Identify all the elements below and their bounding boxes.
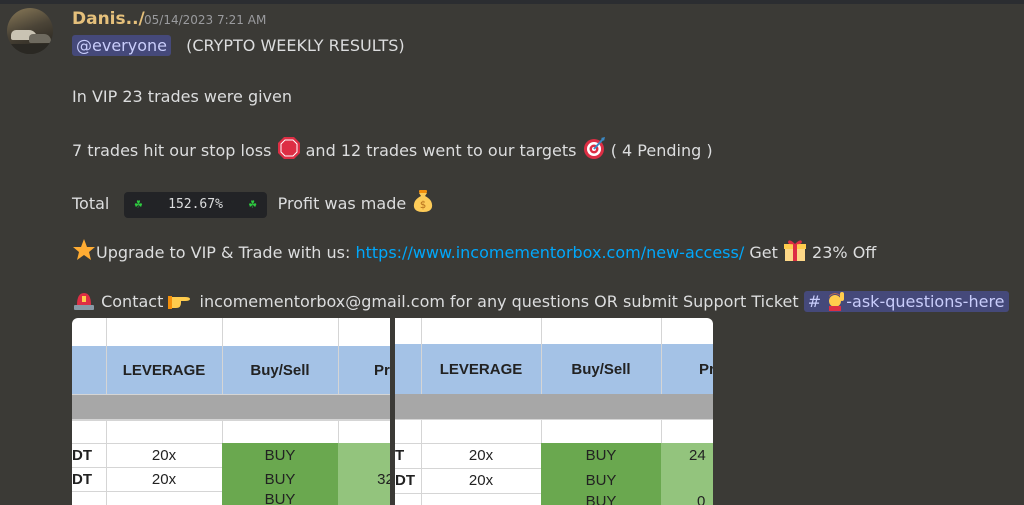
message-line-contact: Contact incomementorbox@gmail.com for an…: [72, 289, 1009, 314]
table-row: DT 20x BUY: [72, 443, 390, 468]
table-row: DT 20x BUY: [395, 468, 713, 494]
price-cell: [338, 491, 390, 505]
support-channel-link[interactable]: # -ask-questions-here: [803, 291, 1009, 312]
channel-hash: #: [807, 292, 822, 311]
pair-cell: DT: [72, 467, 107, 491]
table-row: BUY: [72, 491, 390, 505]
leverage-header: LEVERAGE: [421, 344, 542, 394]
message-line-trades: 7 trades hit our stop loss and 12 trades…: [72, 136, 713, 163]
price-cell: 24: [661, 443, 713, 468]
four-leaf-clover-icon: ☘: [248, 197, 257, 212]
profit-text: Profit was made: [277, 194, 407, 213]
price-header: Pr: [661, 344, 713, 394]
total-code-block: ☘ 152.67% ☘: [124, 192, 267, 218]
leverage-cell: 20x: [106, 443, 223, 467]
buy-sell-header: Buy/Sell: [222, 346, 339, 394]
message-line-title: @everyone (CRYPTO WEEKLY RESULTS): [72, 34, 405, 58]
price-cell: [661, 468, 713, 493]
pending-text: ( 4 Pending ): [610, 141, 713, 160]
total-value: 152.67%: [168, 197, 223, 212]
upgrade-text: Upgrade to VIP & Trade with us:: [96, 243, 351, 262]
pointing-hand-icon: [168, 296, 191, 309]
side-cell: BUY: [222, 443, 339, 467]
price-cell: 32.: [338, 467, 390, 491]
username[interactable]: Danis../: [72, 8, 145, 30]
side-cell: BUY: [222, 467, 339, 491]
sheet-gray-row: [72, 395, 390, 420]
sheet-spacer-row: [72, 419, 390, 444]
sheet-header-row: LEVERAGE Buy/Sell Pr: [395, 344, 713, 395]
svg-text:$: $: [420, 200, 426, 211]
table-row: DT 20x BUY 32.: [72, 467, 390, 492]
sheet-spacer-row: [395, 419, 713, 444]
avatar[interactable]: [7, 8, 53, 54]
pair-cell: [72, 491, 107, 505]
access-link[interactable]: https://www.incomementorbox.com/new-acce…: [355, 243, 744, 262]
discount-text: 23% Off: [812, 243, 877, 262]
side-cell: BUY: [541, 468, 662, 493]
leverage-header: LEVERAGE: [106, 346, 223, 394]
trade-sheet-image-1[interactable]: LEVERAGE Buy/Sell Pr DT 20x BUY DT 20x B…: [72, 318, 390, 505]
everyone-mention[interactable]: @everyone: [72, 35, 171, 56]
pair-cell: [395, 493, 422, 505]
email-text: incomementorbox@gmail.com for any questi…: [199, 292, 799, 311]
siren-icon: [74, 293, 94, 310]
price-cell: [338, 443, 390, 467]
price-cell: 0: [661, 493, 713, 505]
message-line-total: Total ☘ 152.67% ☘ Profit was made $: [72, 187, 435, 218]
total-label: Total: [72, 194, 110, 213]
contact-text: Contact: [101, 292, 164, 311]
price-header: Pr: [338, 346, 390, 394]
leverage-cell: 20x: [106, 467, 223, 491]
buy-sell-header: Buy/Sell: [541, 344, 662, 394]
side-cell: BUY: [222, 491, 339, 505]
side-cell: BUY: [541, 493, 662, 505]
stop-sign-icon: [277, 137, 300, 159]
message-line-vip: In VIP 23 trades were given: [72, 87, 293, 106]
message-timestamp: 05/14/2023 7:21 AM: [144, 13, 267, 27]
table-row: BUY 0: [395, 493, 713, 505]
stop-loss-text: 7 trades hit our stop loss: [72, 141, 272, 160]
side-cell: BUY: [541, 443, 662, 468]
leverage-cell: [106, 491, 223, 505]
leverage-cell: 20x: [421, 468, 542, 493]
sheet-empty-row: [395, 318, 713, 345]
sheet-empty-row: [72, 318, 390, 347]
target-icon: [583, 137, 605, 159]
pair-cell: DT: [395, 468, 422, 493]
four-leaf-clover-icon: ☘: [134, 197, 143, 212]
leverage-cell: [421, 493, 542, 505]
gift-icon: [783, 240, 806, 261]
money-bag-icon: $: [414, 190, 433, 212]
get-text: Get: [749, 243, 778, 262]
title-text: (CRYPTO WEEKLY RESULTS): [186, 36, 405, 55]
trade-sheet-image-2[interactable]: LEVERAGE Buy/Sell Pr T 20x BUY 24 DT 20x…: [395, 318, 713, 505]
table-row: T 20x BUY 24: [395, 443, 713, 469]
star-icon: [73, 239, 95, 260]
pair-cell: T: [395, 443, 422, 468]
pair-cell: DT: [72, 443, 107, 467]
targets-text: and 12 trades went to our targets: [305, 141, 577, 160]
sheet-header-row: LEVERAGE Buy/Sell Pr: [72, 346, 390, 395]
raising-hand-icon: [829, 292, 845, 311]
top-bar: [0, 0, 1024, 4]
channel-name: -ask-questions-here: [846, 292, 1005, 311]
leverage-cell: 20x: [421, 443, 542, 468]
message-line-upgrade: Upgrade to VIP & Trade with us: https://…: [72, 238, 876, 265]
sheet-gray-row: [395, 394, 713, 420]
